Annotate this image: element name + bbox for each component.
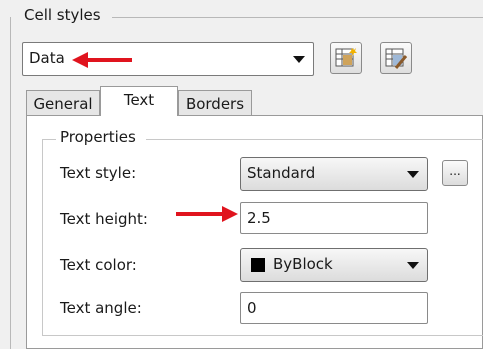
text-style-label: Text style:	[60, 164, 137, 182]
text-style-select[interactable]: Standard	[240, 157, 428, 191]
cell-styles-group-line	[112, 17, 483, 18]
text-height-value: 2.5	[247, 209, 271, 227]
text-color-value: ByBlock	[273, 255, 333, 273]
tab-borders-label: Borders	[185, 95, 245, 113]
tab-text-label: Text	[123, 91, 155, 109]
tab-text[interactable]: Text	[100, 86, 178, 116]
text-color-label: Text color:	[60, 256, 137, 274]
properties-fieldset-bottom	[42, 335, 483, 336]
properties-title: Properties	[60, 128, 136, 146]
cell-style-value: Data	[29, 49, 65, 67]
manage-cell-styles-button[interactable]	[380, 42, 412, 74]
text-style-browse-button[interactable]: ...	[442, 160, 468, 186]
text-angle-value: 0	[247, 299, 257, 317]
text-style-value: Standard	[247, 164, 316, 182]
chevron-down-icon	[407, 262, 419, 269]
properties-fieldset-top	[42, 139, 56, 140]
annotation-arrow-data	[72, 52, 132, 68]
properties-fieldset-left	[42, 139, 43, 335]
properties-fieldset-top-right	[146, 139, 483, 140]
chevron-down-icon	[293, 56, 305, 63]
annotation-arrow-text-height	[176, 206, 238, 222]
cell-styles-group-left-edge	[10, 17, 11, 349]
cell-styles-title: Cell styles	[24, 6, 101, 24]
manage-cell-styles-icon	[385, 48, 407, 69]
tab-general-label: General	[33, 95, 93, 113]
new-cell-style-icon	[335, 48, 357, 67]
text-height-input[interactable]: 2.5	[240, 202, 428, 234]
tab-general[interactable]: General	[26, 90, 100, 116]
text-height-label: Text height:	[60, 210, 148, 228]
browse-label: ...	[449, 164, 461, 178]
chevron-down-icon	[407, 171, 419, 178]
tab-borders[interactable]: Borders	[178, 90, 252, 116]
cell-style-select[interactable]: Data	[22, 42, 314, 76]
text-angle-label: Text angle:	[60, 299, 142, 317]
text-color-select[interactable]: ByBlock	[240, 248, 428, 282]
color-swatch	[251, 258, 265, 272]
new-cell-style-button[interactable]	[330, 42, 362, 74]
text-angle-input[interactable]: 0	[240, 292, 428, 324]
